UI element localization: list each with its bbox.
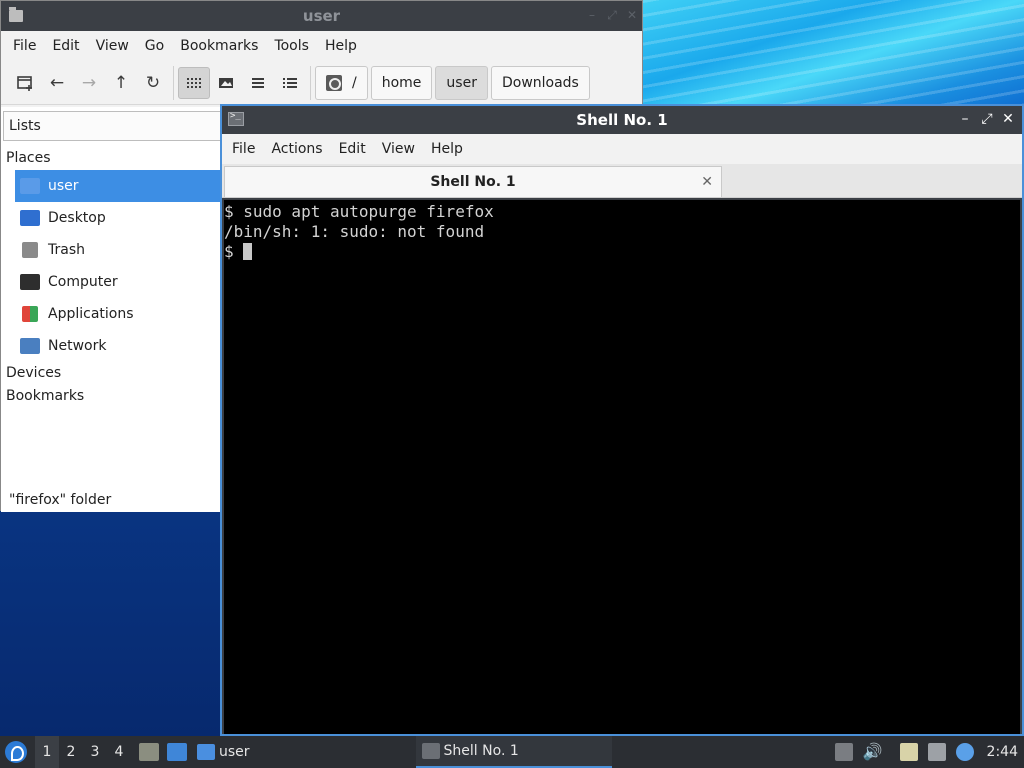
menu-edit[interactable]: Edit bbox=[44, 31, 87, 61]
place-computer[interactable]: Computer bbox=[15, 266, 221, 298]
place-label: Desktop bbox=[48, 210, 106, 226]
path-user-button[interactable]: user bbox=[435, 65, 488, 100]
terminal-titlebar[interactable]: Shell No. 1 – ⤢ ✕ bbox=[222, 106, 1022, 134]
task-label: user bbox=[219, 744, 250, 760]
place-applications[interactable]: Applications bbox=[15, 298, 221, 330]
status-bar-text: "firefox" folder bbox=[9, 492, 112, 508]
side-pane-mode-select[interactable]: Lists bbox=[3, 111, 221, 141]
menu-view[interactable]: View bbox=[374, 141, 423, 157]
applications-icon bbox=[22, 306, 38, 322]
workspace-4[interactable]: 4 bbox=[107, 736, 131, 768]
close-icon[interactable]: ✕ bbox=[625, 8, 639, 22]
window-title: user bbox=[302, 7, 341, 25]
places-heading[interactable]: Places bbox=[6, 150, 51, 166]
menu-go[interactable]: Go bbox=[137, 31, 172, 61]
terminal-menubar: File Actions Edit View Help bbox=[222, 134, 1022, 164]
tab-close-icon[interactable]: ✕ bbox=[701, 167, 713, 197]
menu-help[interactable]: Help bbox=[317, 31, 365, 61]
terminal-prompt-line: $ bbox=[224, 242, 1020, 262]
place-label: user bbox=[48, 178, 79, 194]
maximize-icon[interactable]: ⤢ bbox=[605, 8, 619, 22]
menu-tools[interactable]: Tools bbox=[266, 31, 317, 61]
update-notifier-icon[interactable] bbox=[955, 743, 974, 761]
notification-up-icon[interactable] bbox=[834, 743, 853, 761]
menu-actions[interactable]: Actions bbox=[263, 141, 330, 157]
toolbar-separator bbox=[173, 65, 174, 100]
minimize-icon[interactable]: – bbox=[585, 8, 599, 22]
task-label: Shell No. 1 bbox=[443, 743, 519, 759]
forward-arrow-icon[interactable]: → bbox=[73, 67, 105, 99]
place-label: Network bbox=[48, 338, 107, 354]
menu-help[interactable]: Help bbox=[423, 141, 471, 157]
tab-label: Shell No. 1 bbox=[430, 174, 516, 190]
path-downloads-button[interactable]: Downloads bbox=[490, 65, 590, 100]
terminal-icon bbox=[421, 743, 440, 759]
file-manager-launcher-icon[interactable] bbox=[139, 743, 159, 761]
task-terminal[interactable]: Shell No. 1 bbox=[415, 736, 612, 768]
minimize-icon[interactable]: – bbox=[957, 111, 973, 127]
terminal-output[interactable]: $ sudo apt autopurge firefox/bin/sh: 1: … bbox=[224, 200, 1020, 734]
task-file-manager[interactable]: user bbox=[191, 736, 256, 768]
clipboard-icon[interactable] bbox=[899, 743, 918, 761]
reload-icon[interactable]: ↻ bbox=[137, 67, 169, 99]
detailed-list-view-icon[interactable] bbox=[274, 67, 306, 99]
file-manager-menubar: File Edit View Go Bookmarks Tools Help bbox=[1, 31, 642, 61]
menu-bookmarks[interactable]: Bookmarks bbox=[172, 31, 266, 61]
show-desktop-icon[interactable] bbox=[167, 743, 187, 761]
text-cursor bbox=[243, 243, 253, 260]
path-home-button[interactable]: home bbox=[370, 65, 433, 100]
volume-icon[interactable]: 🔊 bbox=[863, 743, 883, 761]
back-arrow-icon[interactable]: ← bbox=[41, 67, 73, 99]
menu-file[interactable]: File bbox=[224, 141, 263, 157]
workspace-3[interactable]: 3 bbox=[83, 736, 107, 768]
place-user[interactable]: user bbox=[15, 170, 221, 202]
terminal-window: Shell No. 1 – ⤢ ✕ File Actions Edit View… bbox=[220, 104, 1024, 736]
terminal-prompt: $ bbox=[224, 242, 244, 261]
thumbnail-view-icon[interactable] bbox=[210, 67, 242, 99]
place-label: Computer bbox=[48, 274, 118, 290]
terminal-line: $ sudo apt autopurge firefox bbox=[224, 202, 494, 221]
toolbar-separator bbox=[310, 65, 311, 100]
path-root-label: / bbox=[352, 74, 357, 91]
path-root-button[interactable]: / bbox=[315, 65, 368, 100]
workspace-2[interactable]: 2 bbox=[59, 736, 83, 768]
icon-view-icon[interactable] bbox=[178, 66, 210, 99]
file-manager-titlebar[interactable]: user – ⤢ ✕ bbox=[1, 1, 642, 31]
network-status-icon[interactable] bbox=[927, 743, 946, 761]
new-tab-icon[interactable] bbox=[9, 67, 41, 99]
drive-root-icon bbox=[326, 74, 342, 91]
menu-file[interactable]: File bbox=[5, 31, 44, 61]
side-pane: Lists Places user Desktop Trash Computer… bbox=[1, 107, 221, 512]
clock[interactable]: 2:44 bbox=[987, 744, 1018, 760]
network-icon bbox=[20, 338, 40, 354]
place-label: Applications bbox=[48, 306, 134, 322]
tab-shell-1[interactable]: Shell No. 1 ✕ bbox=[224, 166, 722, 197]
place-desktop[interactable]: Desktop bbox=[15, 202, 221, 234]
desktop-icon bbox=[20, 210, 40, 226]
place-label: Trash bbox=[48, 242, 85, 258]
wallpaper-water bbox=[643, 0, 1024, 110]
folder-icon bbox=[197, 744, 215, 760]
window-title: Shell No. 1 bbox=[576, 111, 668, 129]
terminal-line: /bin/sh: 1: sudo: not found bbox=[224, 222, 485, 241]
workspace-1[interactable]: 1 bbox=[35, 736, 59, 768]
terminal-tabbar: Shell No. 1 ✕ bbox=[222, 164, 1022, 198]
bookmarks-heading[interactable]: Bookmarks bbox=[6, 388, 84, 404]
compact-view-icon[interactable] bbox=[242, 67, 274, 99]
trash-icon bbox=[22, 242, 38, 258]
devices-heading[interactable]: Devices bbox=[6, 365, 61, 381]
taskbar: 1 2 3 4 user Shell No. 1 🔊 2:44 bbox=[0, 736, 1024, 768]
maximize-icon[interactable]: ⤢ bbox=[979, 111, 995, 127]
close-icon[interactable]: ✕ bbox=[1000, 111, 1016, 127]
place-trash[interactable]: Trash bbox=[15, 234, 221, 266]
place-network[interactable]: Network bbox=[15, 330, 221, 362]
file-manager-toolbar: ← → ↑ ↻ / home user Downloads bbox=[1, 61, 642, 105]
menu-edit[interactable]: Edit bbox=[331, 141, 374, 157]
system-tray: 🔊 2:44 bbox=[830, 736, 1024, 768]
computer-icon bbox=[20, 274, 40, 290]
home-folder-icon bbox=[20, 178, 40, 194]
up-arrow-icon[interactable]: ↑ bbox=[105, 67, 137, 99]
menu-view[interactable]: View bbox=[88, 31, 137, 61]
start-menu-icon[interactable] bbox=[5, 741, 27, 763]
